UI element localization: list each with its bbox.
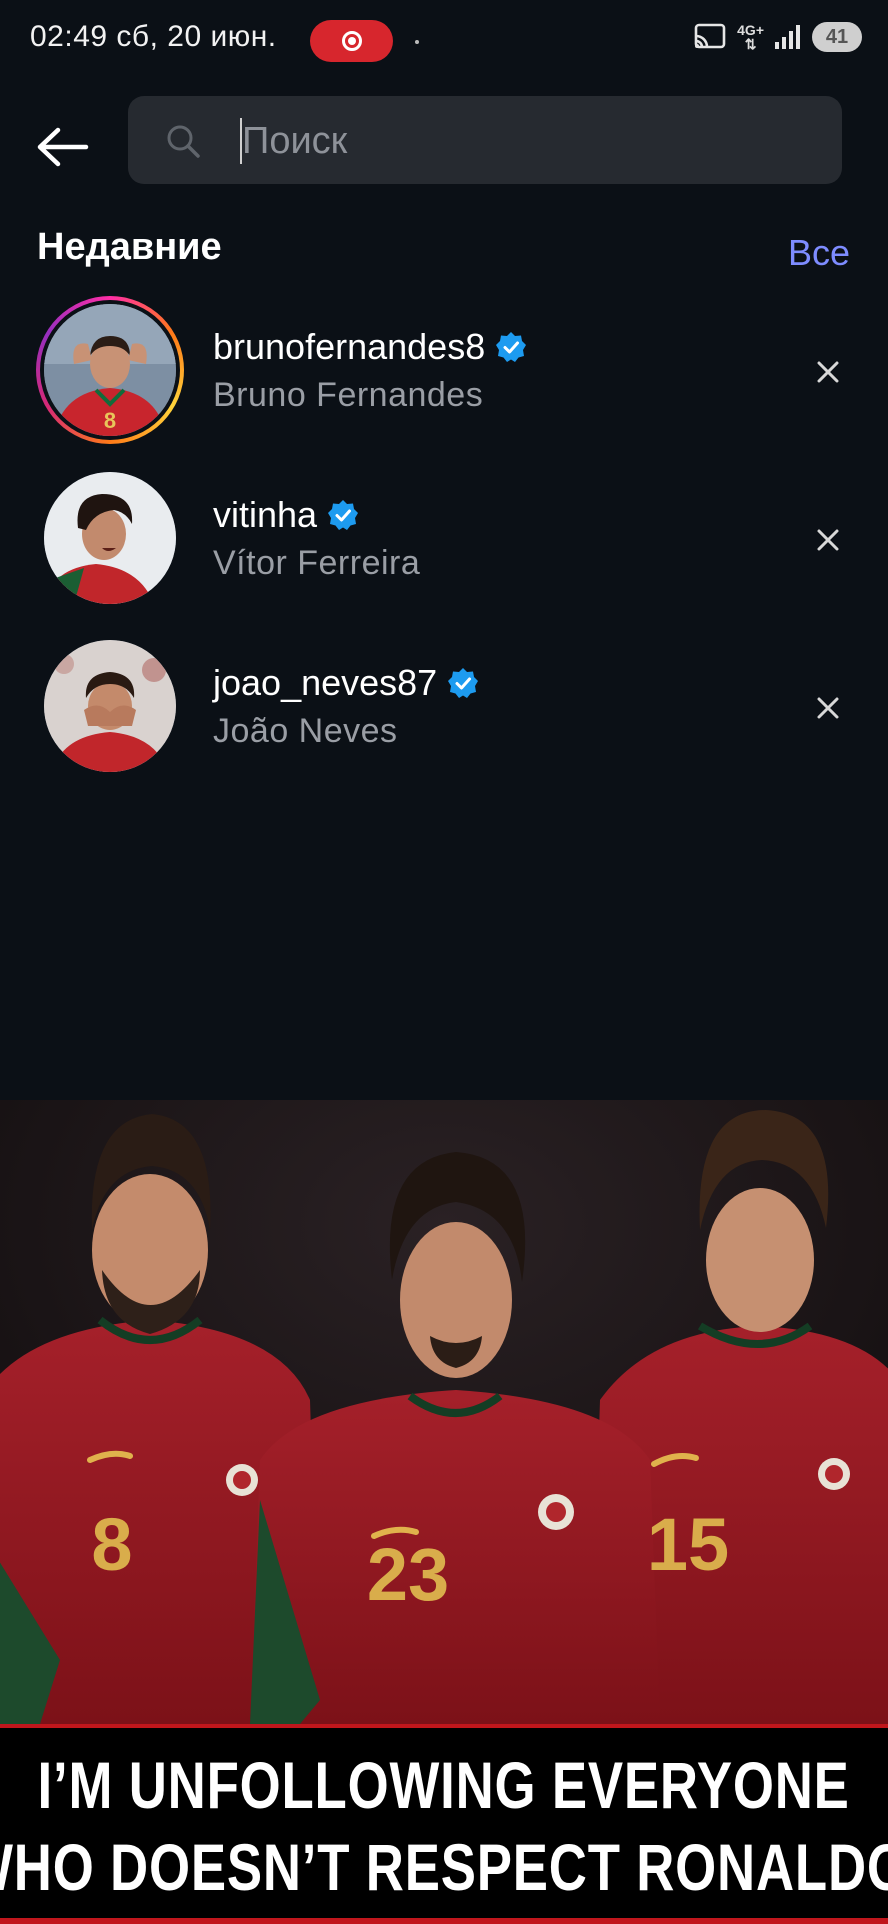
status-time-date: 02:49 сб, 20 июн. [30,20,277,53]
list-item[interactable]: vitinha Vítor Ferreira [0,464,888,614]
close-icon [817,361,839,383]
avatar-wrap[interactable] [36,632,184,780]
network-type: 4G+ ⇅ [737,22,764,52]
svg-text:8: 8 [104,408,116,433]
list-item[interactable]: joao_neves87 João Neves [0,632,888,782]
recent-heading: Недавние [37,226,222,268]
username[interactable]: vitinha [213,494,359,536]
list-item[interactable]: 8 brunofernandes8 Bruno Fernandes [0,296,888,446]
avatar-wrap[interactable] [36,464,184,612]
notification-dot [415,40,419,44]
jersey-number: 8 [91,1503,132,1586]
full-name: Vítor Ferreira [213,544,421,582]
avatar [44,640,176,772]
status-bar: 02:49 сб, 20 июн. 4G+ ⇅ 41 [0,0,888,82]
players-photo: 8 23 15 [0,1100,888,1724]
remove-recent-button[interactable] [808,520,848,560]
remove-recent-button[interactable] [808,352,848,392]
post-image[interactable]: 8 23 15 [0,1100,888,1724]
arrow-left-icon [37,127,89,167]
jersey-number: 15 [647,1503,729,1586]
jersey-number: 23 [367,1533,449,1616]
verified-badge-icon [448,668,479,698]
record-icon [341,31,362,51]
banner-accent-line [0,1918,888,1924]
username[interactable]: brunofernandes8 [213,326,527,368]
username[interactable]: joao_neves87 [213,662,479,704]
search-icon [167,125,200,158]
verified-badge-icon [328,500,359,530]
back-button[interactable] [34,118,92,176]
battery-indicator: 41 [812,22,862,52]
caption-banner: I’M UNFOLLOWING EVERYONE WHO DOESN’T RES… [0,1724,888,1924]
search-input[interactable] [240,96,804,186]
search-bar[interactable] [128,96,842,186]
caption-line: WHO DOESN’T RESPECT RONALDO. [0,1830,888,1904]
avatar: 8 [44,304,176,436]
signal-icon [775,25,800,49]
remove-recent-button[interactable] [808,688,848,728]
screen-record-indicator[interactable] [310,20,393,62]
full-name: João Neves [213,712,398,750]
close-icon [817,529,839,551]
avatar-story-ring[interactable]: 8 [36,296,184,444]
cast-icon [694,23,726,49]
caption-line: I’M UNFOLLOWING EVERYONE [37,1748,851,1822]
verified-badge-icon [496,332,527,362]
see-all-link[interactable]: Все [788,232,850,274]
avatar [44,472,176,604]
status-icons: 4G+ ⇅ 41 [693,22,862,52]
full-name: Bruno Fernandes [213,376,484,414]
close-icon [817,697,839,719]
